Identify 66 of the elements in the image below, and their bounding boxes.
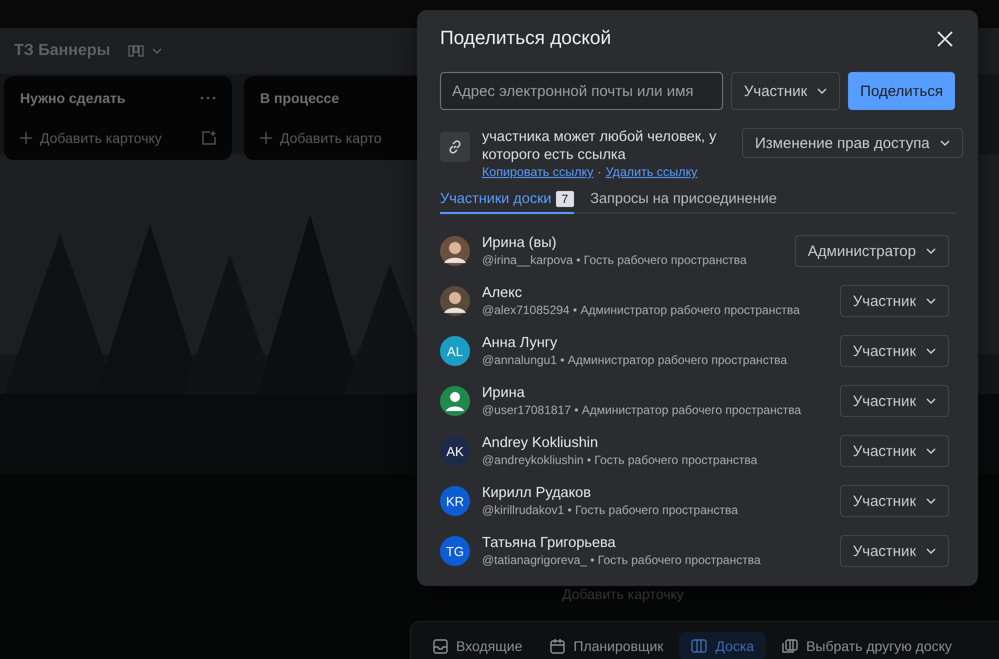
permission-select[interactable]: Участник (840, 285, 949, 317)
boards-icon (782, 639, 798, 653)
permission-select[interactable]: Участник (840, 485, 949, 517)
permission-select[interactable]: Участник (840, 435, 949, 467)
list-title: В процессе (260, 90, 340, 106)
nav-tab[interactable]: Входящие (421, 632, 534, 659)
share-button[interactable]: Поделиться (848, 72, 955, 110)
member-details: @user17081817 • Администратор рабочего пространства (482, 403, 802, 417)
chevron-down-icon (926, 398, 936, 404)
close-icon (937, 31, 953, 47)
calendar-icon (550, 638, 566, 654)
member-details: @alex71085294 • Администратор рабочего пространства (482, 303, 801, 317)
link-description: участника может любой человек, у которого есть ссылка (482, 128, 718, 164)
view-switcher[interactable] (128, 45, 162, 57)
link-icon (447, 139, 463, 155)
user-avatar: KR (440, 486, 470, 516)
nav-tab[interactable]: Выбрать другую доску (770, 632, 964, 659)
member-name: Ирина (вы) (482, 235, 558, 251)
permission-select[interactable]: Участник (840, 535, 949, 567)
member-details: @annalungu1 • Администратор рабочего пространства (482, 353, 788, 367)
template-icon[interactable] (202, 131, 216, 145)
access-select[interactable]: Изменение прав доступа (742, 128, 963, 158)
chevron-down-icon (926, 548, 936, 554)
dialog-title: Поделиться доской (440, 28, 612, 50)
permission-select[interactable]: Участник (840, 385, 949, 417)
chevron-down-icon (926, 298, 936, 304)
nav-tab[interactable]: Планировщик (538, 632, 676, 659)
dialog-tab[interactable]: Запросы на присоединение (590, 191, 777, 214)
chevron-down-icon (940, 140, 950, 146)
permission-select[interactable]: Администратор (794, 235, 949, 267)
member-details: @irina__karpova • Гость рабочего пространства (482, 253, 748, 267)
chevron-down-icon (926, 498, 936, 504)
member-name: Татьяна Григорьева (482, 535, 617, 551)
chevron-down-icon (817, 88, 828, 94)
user-avatar: AL (440, 336, 470, 366)
permission-select[interactable]: Участник (840, 335, 949, 367)
chevron-down-icon (926, 348, 936, 354)
member-name: Andrey Kokliushin (482, 435, 600, 451)
user-avatar: AK (440, 436, 470, 466)
member-name: Анна Лунгу (482, 335, 558, 351)
separator-dot: · (597, 165, 602, 179)
role-select[interactable]: Участник (730, 72, 840, 110)
more-icon[interactable] (200, 96, 216, 100)
member-name: Кирилл Рудаков (482, 485, 592, 501)
board-icon (691, 639, 708, 653)
member-name: Ирина (482, 385, 526, 401)
user-avatar: TG (440, 536, 470, 566)
member-details: @tatianagrigoreva_ • Гость рабочего пространства (482, 553, 762, 567)
close-button[interactable] (935, 29, 955, 49)
dialog-tab[interactable]: Участники доски 7 (440, 191, 574, 214)
board-view-icon (128, 45, 144, 57)
plus-icon (260, 132, 272, 144)
chevron-down-icon (926, 448, 936, 454)
inbox-icon (433, 638, 448, 654)
chevron-down-icon (152, 48, 162, 54)
count-badge: 7 (556, 191, 574, 207)
member-details: @kirillrudakov1 • Гость рабочего пространства (482, 503, 739, 517)
chevron-down-icon (926, 248, 936, 254)
copy-link[interactable]: Копировать ссылку (482, 165, 594, 179)
plus-icon (20, 132, 32, 144)
delete-link[interactable]: Удалить ссылку (606, 165, 698, 179)
member-name: Алекс (482, 285, 523, 301)
email-field[interactable]: Адрес электронной почты или имя (440, 72, 723, 110)
member-details: @andreykokliushin • Гость рабочего пространства (482, 453, 758, 467)
board-title: ТЗ Баннеры (14, 42, 110, 60)
list-title: Нужно сделать (20, 90, 126, 106)
